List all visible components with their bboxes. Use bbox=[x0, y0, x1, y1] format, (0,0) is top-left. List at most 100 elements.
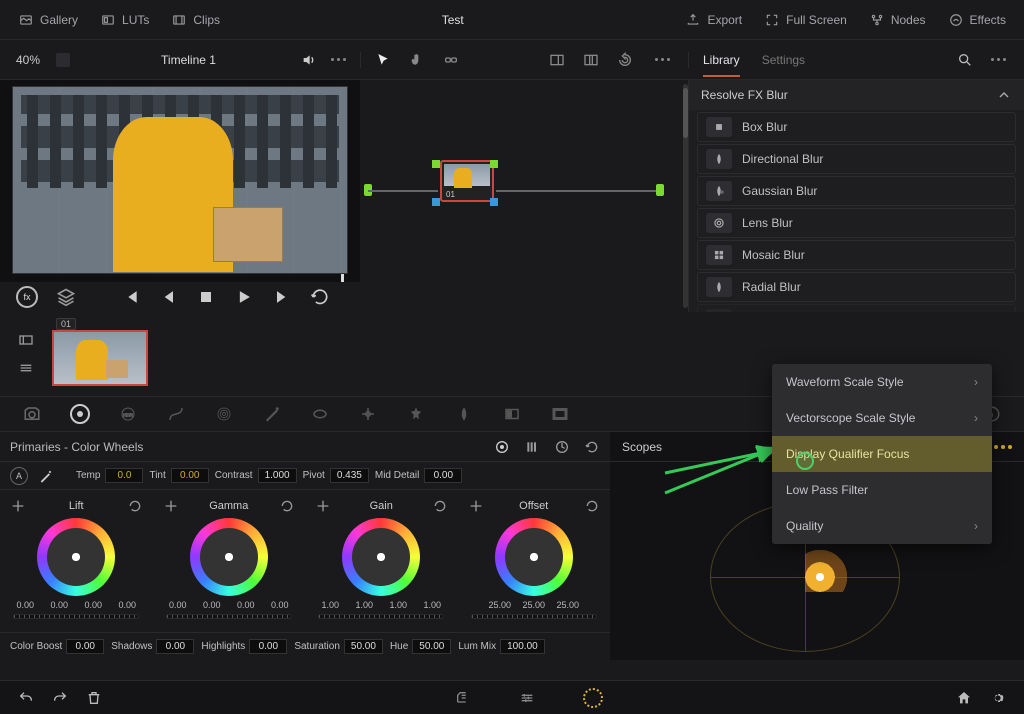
node-graph[interactable]: 01 bbox=[360, 80, 689, 312]
lift-values[interactable]: 0.000.000.000.00 bbox=[11, 600, 141, 610]
page-icon[interactable] bbox=[56, 53, 70, 67]
reset-icon[interactable] bbox=[279, 498, 295, 514]
tint-value[interactable]: 0.00 bbox=[171, 468, 209, 483]
fx-item-lens-blur[interactable]: Lens Blur bbox=[697, 208, 1016, 238]
zoom-level[interactable]: 40% bbox=[10, 53, 46, 67]
link-tool-icon[interactable] bbox=[443, 52, 459, 68]
saturation-value[interactable]: 50.00 bbox=[344, 639, 383, 654]
palette-hdr-icon[interactable]: HDR bbox=[118, 404, 138, 424]
gain-ywheel[interactable] bbox=[318, 614, 444, 619]
home-icon[interactable] bbox=[956, 690, 972, 706]
fx-item-radial-blur[interactable]: Radial Blur bbox=[697, 272, 1016, 302]
node-handle[interactable] bbox=[432, 198, 440, 206]
gamma-ywheel[interactable] bbox=[166, 614, 292, 619]
split-view-a-icon[interactable] bbox=[549, 52, 565, 68]
nodes-button[interactable]: Nodes bbox=[869, 12, 926, 28]
reset-icon[interactable] bbox=[127, 498, 143, 514]
fullscreen-button[interactable]: Full Screen bbox=[764, 12, 847, 28]
fx-item-directional-blur[interactable]: Directional Blur bbox=[697, 144, 1016, 174]
mute-icon[interactable] bbox=[301, 52, 317, 68]
offset-ywheel[interactable] bbox=[471, 614, 597, 619]
lift-wheel[interactable] bbox=[37, 518, 115, 596]
library-category-header[interactable]: Resolve FX Blur bbox=[689, 80, 1024, 110]
fx-item-box-blur[interactable]: Box Blur bbox=[697, 112, 1016, 142]
play-icon[interactable] bbox=[234, 287, 254, 307]
stop-icon[interactable] bbox=[196, 287, 216, 307]
gamma-wheel[interactable] bbox=[190, 518, 268, 596]
page-edit-icon[interactable] bbox=[519, 690, 535, 706]
highlights-value[interactable]: 0.00 bbox=[249, 639, 287, 654]
scrollbar[interactable] bbox=[683, 84, 688, 308]
gamma-values[interactable]: 0.000.000.000.00 bbox=[164, 600, 294, 610]
viewer-image[interactable] bbox=[12, 86, 348, 274]
wheels-mode-dot-icon[interactable] bbox=[494, 439, 510, 455]
middetail-value[interactable]: 0.00 bbox=[424, 468, 462, 483]
prev-frame-icon[interactable] bbox=[158, 287, 178, 307]
palette-primaries-icon[interactable] bbox=[70, 404, 90, 424]
palette-qualifier-icon[interactable] bbox=[262, 404, 282, 424]
crosshair-icon[interactable] bbox=[315, 498, 331, 514]
next-frame-icon[interactable] bbox=[272, 287, 292, 307]
split-view-b-icon[interactable] bbox=[583, 52, 599, 68]
palette-camera-icon[interactable] bbox=[22, 404, 42, 424]
fx-item-mosaic-blur[interactable]: Mosaic Blur bbox=[697, 240, 1016, 270]
first-frame-icon[interactable] bbox=[120, 287, 140, 307]
graph-output-port[interactable] bbox=[656, 184, 664, 196]
reset-icon[interactable] bbox=[432, 498, 448, 514]
clips-button[interactable]: Clips bbox=[171, 12, 220, 28]
lummix-value[interactable]: 100.00 bbox=[500, 639, 545, 654]
wheels-mode-log-icon[interactable] bbox=[554, 439, 570, 455]
palette-blur-icon[interactable] bbox=[454, 404, 474, 424]
wheels-reset-icon[interactable] bbox=[584, 439, 600, 455]
pivot-value[interactable]: 0.435 bbox=[330, 468, 369, 483]
gain-values[interactable]: 1.001.001.001.00 bbox=[316, 600, 446, 610]
node-handle[interactable] bbox=[490, 198, 498, 206]
tab-settings[interactable]: Settings bbox=[762, 53, 805, 67]
library-more-icon[interactable] bbox=[987, 58, 1010, 61]
node-handle[interactable] bbox=[490, 160, 498, 168]
scopes-more-icon[interactable] bbox=[994, 445, 1012, 449]
page-color-icon[interactable] bbox=[583, 688, 603, 708]
gain-wheel[interactable] bbox=[342, 518, 420, 596]
menu-low-pass-filter[interactable]: Low Pass Filter bbox=[772, 472, 992, 508]
palette-warper-icon[interactable] bbox=[214, 404, 234, 424]
palette-curves-icon[interactable] bbox=[166, 404, 186, 424]
wheels-mode-bars-icon[interactable] bbox=[524, 439, 540, 455]
crosshair-icon[interactable] bbox=[163, 498, 179, 514]
pointer-tool-icon[interactable] bbox=[375, 52, 391, 68]
effects-button[interactable]: Effects bbox=[948, 12, 1006, 28]
gallery-button[interactable]: Gallery bbox=[18, 12, 78, 28]
palette-sizing-icon[interactable] bbox=[550, 404, 570, 424]
fx-item-gaussian-blur[interactable]: Gaussian Blur bbox=[697, 176, 1016, 206]
export-button[interactable]: Export bbox=[685, 12, 742, 28]
shadows-value[interactable]: 0.00 bbox=[156, 639, 194, 654]
timeline-name[interactable]: Timeline 1 bbox=[86, 53, 291, 67]
hand-tool-icon[interactable] bbox=[409, 52, 425, 68]
fx-item-zoom-blur[interactable]: Zoom Blur bbox=[697, 304, 1016, 312]
menu-quality[interactable]: Quality› bbox=[772, 508, 992, 544]
strip-view-a-icon[interactable] bbox=[18, 332, 34, 348]
offset-values[interactable]: 25.0025.0025.00 bbox=[486, 600, 582, 610]
auto-balance-icon[interactable]: A bbox=[10, 467, 28, 485]
picker-icon[interactable] bbox=[38, 468, 54, 484]
contrast-value[interactable]: 1.000 bbox=[258, 468, 297, 483]
palette-tracking-icon[interactable] bbox=[358, 404, 378, 424]
node-more-icon[interactable] bbox=[651, 58, 674, 61]
node-handle[interactable] bbox=[432, 160, 440, 168]
clip-thumb-01[interactable]: 01 bbox=[52, 330, 148, 386]
tab-library[interactable]: Library bbox=[703, 53, 740, 67]
crosshair-icon[interactable] bbox=[468, 498, 484, 514]
luts-button[interactable]: LUTs bbox=[100, 12, 149, 28]
loop-icon[interactable] bbox=[310, 287, 330, 307]
palette-window-icon[interactable] bbox=[310, 404, 330, 424]
settings-icon[interactable] bbox=[990, 690, 1006, 706]
fx-badge-icon[interactable]: fx bbox=[16, 286, 38, 308]
page-cut-icon[interactable] bbox=[455, 690, 471, 706]
layers-icon[interactable] bbox=[56, 287, 76, 307]
menu-waveform-scale[interactable]: Waveform Scale Style› bbox=[772, 364, 992, 400]
viewer-more-icon[interactable] bbox=[327, 58, 350, 61]
palette-key-icon[interactable] bbox=[502, 404, 522, 424]
redo-icon[interactable] bbox=[52, 690, 68, 706]
temp-value[interactable]: 0.0 bbox=[105, 468, 143, 483]
search-icon[interactable] bbox=[957, 52, 973, 68]
